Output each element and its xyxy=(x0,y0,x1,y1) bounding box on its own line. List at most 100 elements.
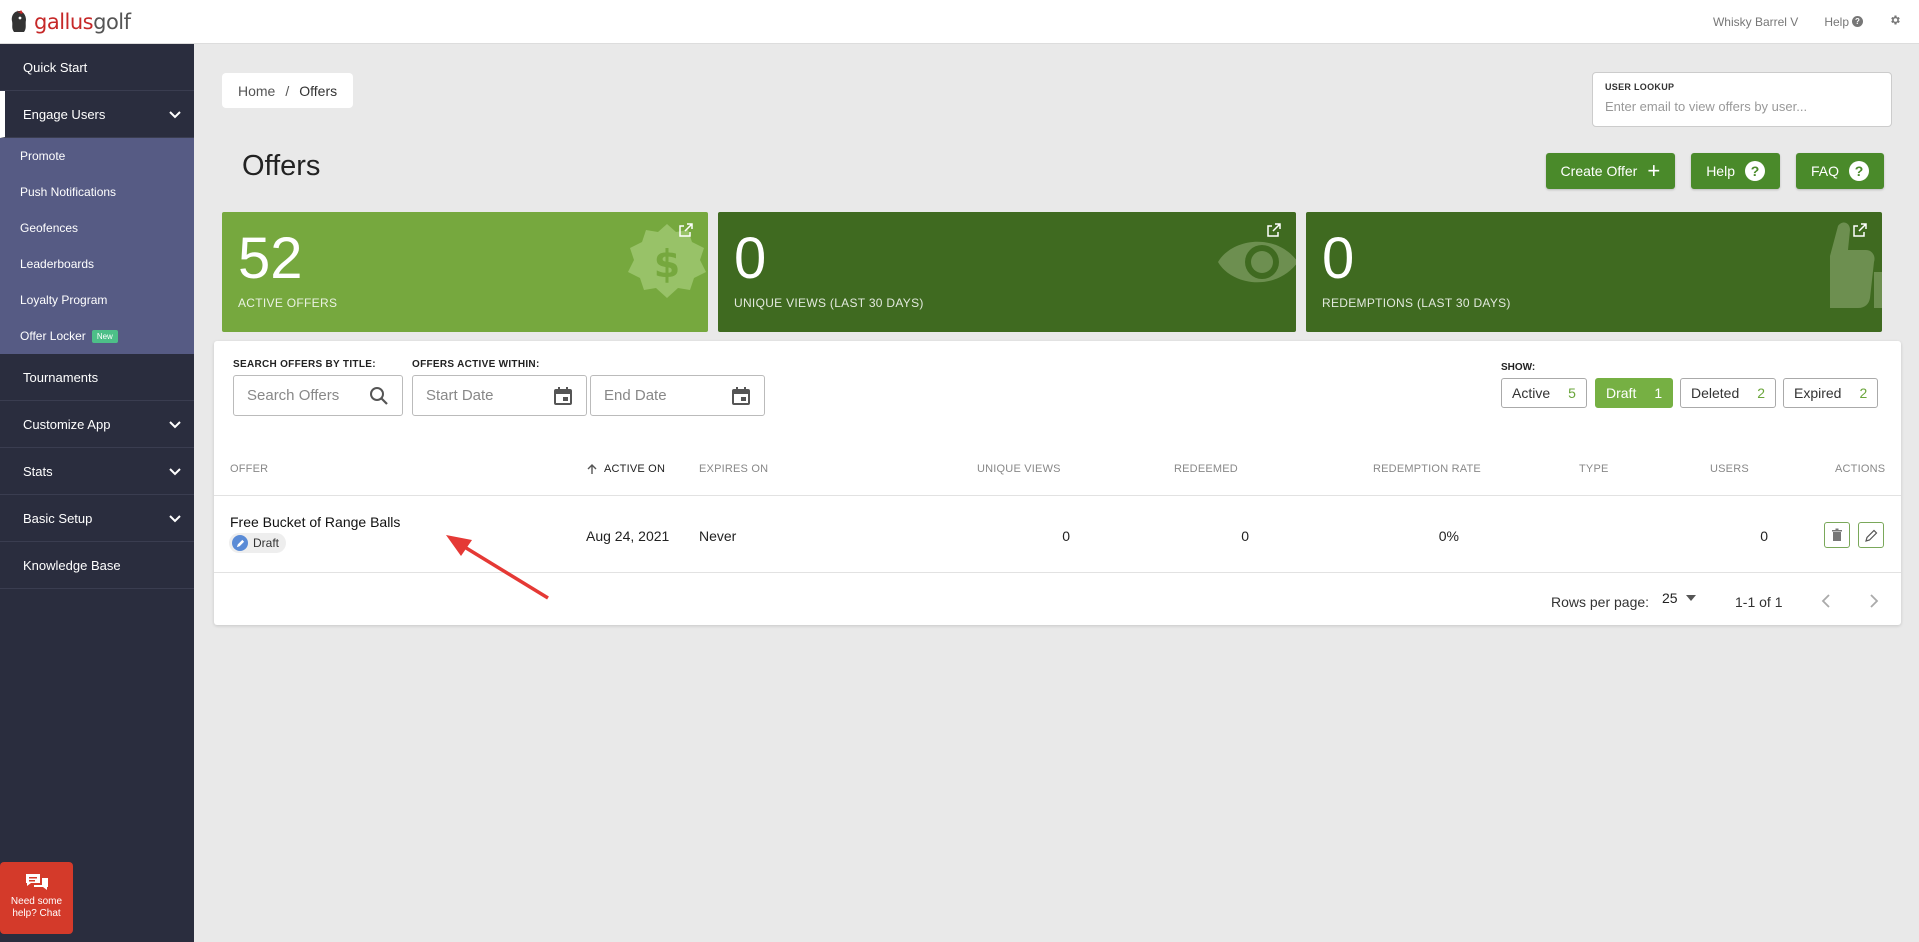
rooster-logo-icon xyxy=(8,9,30,35)
account-name[interactable]: Whisky Barrel V xyxy=(1713,15,1798,29)
pencil-icon xyxy=(232,535,248,551)
end-date-input[interactable]: End Date xyxy=(590,375,765,416)
stat-label: REDEMPTIONS (LAST 30 DAYS) xyxy=(1322,296,1511,310)
show-filter-label: SHOW: xyxy=(1501,362,1536,373)
sidebar-subitem-label: Push Notifications xyxy=(20,185,117,199)
chat-widget-line1: Need some xyxy=(10,896,63,907)
stat-card-unique-views[interactable]: 0 UNIQUE VIEWS (LAST 30 DAYS) xyxy=(718,212,1296,332)
delete-button[interactable] xyxy=(1824,522,1850,548)
offer-title[interactable]: Free Bucket of Range Balls xyxy=(230,514,400,530)
rows-per-page-value: 25 xyxy=(1662,590,1678,606)
sidebar-item-label: Basic Setup xyxy=(23,510,93,526)
gear-icon[interactable] xyxy=(1889,14,1901,29)
chevron-right-icon[interactable] xyxy=(1862,589,1886,613)
external-link-icon[interactable] xyxy=(1266,222,1282,238)
cell-unique-views: 0 xyxy=(1062,528,1070,544)
chip-label: Deleted xyxy=(1691,385,1740,401)
chevron-down-icon xyxy=(169,468,181,476)
brand-logo[interactable]: gallusgolf xyxy=(8,8,131,36)
external-link-icon[interactable] xyxy=(678,222,694,238)
sidebar-item-quick-start[interactable]: Quick Start xyxy=(0,44,194,91)
external-link-icon[interactable] xyxy=(1852,222,1868,238)
column-header-redemption-rate[interactable]: REDEMPTION RATE xyxy=(1373,463,1481,475)
sidebar-subitem-leaderboards[interactable]: Leaderboards xyxy=(0,246,194,282)
sidebar-item-label: Tournaments xyxy=(23,369,99,385)
chip-count: 5 xyxy=(1568,385,1576,401)
end-date-placeholder: End Date xyxy=(604,387,667,404)
create-offer-button[interactable]: Create Offer + xyxy=(1545,153,1676,189)
search-offers-input[interactable]: Search Offers xyxy=(233,375,403,416)
edit-button[interactable] xyxy=(1858,522,1884,548)
chevron-left-icon[interactable] xyxy=(1814,589,1838,613)
help-link[interactable]: Help? xyxy=(1824,15,1863,29)
sidebar-item-customize-app[interactable]: Customize App xyxy=(0,401,194,448)
thumbs-up-icon xyxy=(1830,222,1882,308)
cell-active-on: Aug 24, 2021 xyxy=(586,528,670,544)
offers-table-card: SEARCH OFFERS BY TITLE: Search Offers OF… xyxy=(214,341,1901,625)
chat-widget-button[interactable]: Need some help? Chat xyxy=(0,862,73,934)
user-lookup-input[interactable] xyxy=(1605,99,1879,114)
chevron-down-icon xyxy=(169,515,181,523)
search-icon xyxy=(370,386,388,405)
chat-bubbles-icon xyxy=(25,874,48,890)
chip-label: Draft xyxy=(1606,385,1637,401)
stat-value: 0 xyxy=(734,226,767,291)
cell-users: 0 xyxy=(1760,528,1768,544)
sidebar-item-label: Knowledge Base xyxy=(23,557,121,573)
start-date-input[interactable]: Start Date xyxy=(412,375,587,416)
page-title: Offers xyxy=(242,150,321,182)
sidebar-item-basic-setup[interactable]: Basic Setup xyxy=(0,495,194,542)
sidebar-subitem-offer-locker[interactable]: Offer Locker New xyxy=(0,318,194,354)
chip-count: 2 xyxy=(1859,385,1868,401)
brand-name-part1: gallus xyxy=(34,10,94,34)
calendar-icon xyxy=(554,386,572,405)
arrow-up-icon xyxy=(587,464,597,474)
cell-redemption-rate: 0% xyxy=(1438,528,1459,544)
pagination-range: 1-1 of 1 xyxy=(1735,594,1783,610)
stat-label: UNIQUE VIEWS (LAST 30 DAYS) xyxy=(734,296,924,310)
calendar-icon xyxy=(732,386,750,405)
help-button-label: Help xyxy=(1706,163,1735,179)
status-badge: Draft xyxy=(229,533,287,553)
sidebar-item-knowledge-base[interactable]: Knowledge Base xyxy=(0,542,194,589)
column-header-offer[interactable]: OFFER xyxy=(230,463,268,475)
column-header-active-on[interactable]: ACTIVE ON xyxy=(586,463,665,475)
page-actions: Create Offer + Help? FAQ? xyxy=(1545,153,1884,189)
chip-count: 2 xyxy=(1757,385,1766,401)
sidebar-subitem-push-notifications[interactable]: Push Notifications xyxy=(0,174,194,210)
eye-icon xyxy=(1218,241,1296,283)
sidebar-subitem-geofences[interactable]: Geofences xyxy=(0,210,194,246)
sidebar-item-engage-users[interactable]: Engage Users xyxy=(0,91,194,138)
filter-chip-expired[interactable]: Expired 2 xyxy=(1783,378,1879,408)
column-header-users[interactable]: USERS xyxy=(1710,463,1749,475)
breadcrumb-home[interactable]: Home xyxy=(238,83,275,99)
column-header-unique-views[interactable]: UNIQUE VIEWS xyxy=(977,463,1061,475)
sidebar-subitem-label: Loyalty Program xyxy=(20,293,108,307)
stat-card-active-offers[interactable]: $ 52 ACTIVE OFFERS xyxy=(222,212,708,332)
column-header-active-on-label: ACTIVE ON xyxy=(604,463,666,475)
column-header-redeemed[interactable]: REDEEMED xyxy=(1174,463,1238,475)
stat-card-redemptions[interactable]: 0 REDEMPTIONS (LAST 30 DAYS) xyxy=(1306,212,1882,332)
user-lookup-label: USER LOOKUP xyxy=(1605,82,1675,92)
sidebar-item-tournaments[interactable]: Tournaments xyxy=(0,354,194,401)
sidebar-subitem-loyalty-program[interactable]: Loyalty Program xyxy=(0,282,194,318)
engage-users-submenu: Promote Push Notifications Geofences Lea… xyxy=(0,138,194,354)
sidebar-subitem-label: Geofences xyxy=(20,221,79,235)
svg-text:$: $ xyxy=(654,242,680,286)
help-button[interactable]: Help? xyxy=(1691,153,1780,189)
column-header-expires-on[interactable]: EXPIRES ON xyxy=(699,463,768,475)
faq-button[interactable]: FAQ? xyxy=(1795,153,1884,189)
sidebar-subitem-promote[interactable]: Promote xyxy=(0,138,194,174)
breadcrumb-separator: / xyxy=(285,82,290,99)
sidebar-item-label: Quick Start xyxy=(23,59,88,75)
question-icon: ? xyxy=(1849,161,1869,181)
create-offer-label: Create Offer xyxy=(1560,163,1638,179)
filter-chip-draft[interactable]: Draft 1 xyxy=(1595,378,1674,408)
column-header-type[interactable]: TYPE xyxy=(1579,463,1609,475)
rows-per-page-select[interactable]: 25 xyxy=(1662,590,1696,606)
sidebar-item-stats[interactable]: Stats xyxy=(0,448,194,495)
filter-chip-active[interactable]: Active 5 xyxy=(1501,378,1587,408)
question-icon: ? xyxy=(1744,161,1765,181)
help-link-label: Help xyxy=(1824,14,1849,29)
filter-chip-deleted[interactable]: Deleted 2 xyxy=(1680,378,1777,408)
